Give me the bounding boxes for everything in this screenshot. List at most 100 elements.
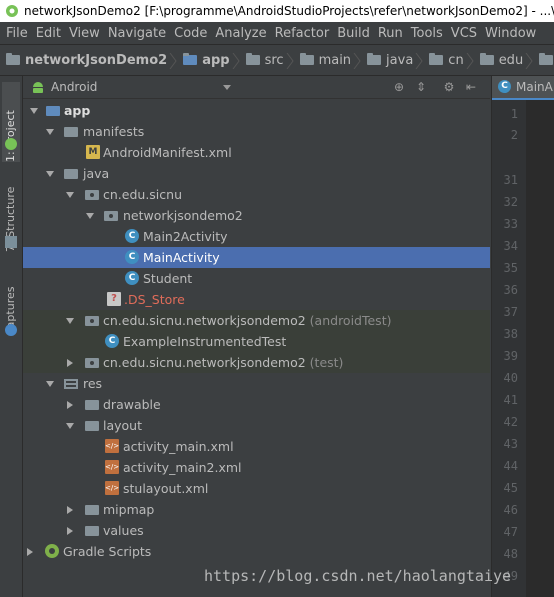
package-icon bbox=[85, 190, 99, 200]
tree-item-activity-main2-xml[interactable]: activity_main2.xml bbox=[23, 457, 490, 478]
tree-item-activity-main-xml[interactable]: activity_main.xml bbox=[23, 436, 490, 457]
xml-file-icon bbox=[105, 481, 119, 495]
breadcrumb-src[interactable]: src bbox=[240, 46, 294, 75]
tree-item-label: cn.edu.sicnu.networkjsondemo2 (androidTe… bbox=[103, 310, 391, 331]
menu-analyze[interactable]: Analyze bbox=[215, 23, 266, 44]
line-number: 39 bbox=[503, 349, 518, 363]
tree-item-androidmanifest[interactable]: AndroidManifest.xml bbox=[23, 142, 490, 163]
package-icon bbox=[104, 211, 118, 221]
package-name: cn.edu.sicnu.networkjsondemo2 bbox=[103, 313, 306, 328]
chevron-right-icon[interactable] bbox=[67, 359, 73, 367]
menu-navigate[interactable]: Navigate bbox=[108, 23, 166, 44]
tree-item-drawable[interactable]: drawable bbox=[23, 394, 490, 415]
tree-item-label: AndroidManifest.xml bbox=[103, 145, 232, 160]
chevron-down-icon[interactable] bbox=[66, 318, 74, 324]
chevron-down-icon[interactable] bbox=[66, 192, 74, 198]
hide-panel-icon[interactable]: ⇤ bbox=[463, 79, 479, 95]
chevron-right-icon[interactable] bbox=[67, 527, 73, 535]
tree-item-label: stulayout.xml bbox=[123, 481, 209, 496]
line-number: 37 bbox=[503, 305, 518, 319]
menu-edit[interactable]: Edit bbox=[36, 23, 61, 44]
tree-item-gradle-scripts[interactable]: Gradle Scripts bbox=[23, 541, 490, 562]
tree-item-exampleinstrumentedtest[interactable]: C ExampleInstrumentedTest bbox=[23, 331, 490, 352]
folder-icon bbox=[367, 53, 382, 65]
chevron-down-icon[interactable] bbox=[86, 213, 94, 219]
menu-build[interactable]: Build bbox=[337, 23, 370, 44]
breadcrumb-java[interactable]: java bbox=[361, 46, 423, 75]
menu-tools[interactable]: Tools bbox=[411, 23, 443, 44]
tool-window-strip: 1: Project 7: Structure Captures bbox=[0, 76, 23, 597]
tree-item-package-cn-edu-sicnu[interactable]: cn.edu.sicnu bbox=[23, 184, 490, 205]
class-icon: C bbox=[125, 250, 139, 264]
project-tree: app manifests AndroidManifest.xml java c… bbox=[23, 99, 490, 597]
tree-item-stulayout-xml[interactable]: stulayout.xml bbox=[23, 478, 490, 499]
tree-item-package-test[interactable]: cn.edu.sicnu.networkjsondemo2 (test) bbox=[23, 352, 490, 373]
line-number: 40 bbox=[503, 371, 518, 385]
class-icon: C bbox=[498, 80, 511, 93]
breadcrumb-edu[interactable]: edu bbox=[474, 46, 534, 75]
view-selector-label[interactable]: Android bbox=[51, 76, 97, 98]
tree-item-label: networkjsondemo2 bbox=[123, 208, 243, 223]
chevron-down-icon[interactable] bbox=[30, 108, 38, 114]
gear-icon[interactable]: ⚙ bbox=[441, 79, 457, 95]
line-number: 43 bbox=[503, 437, 518, 451]
editor-tab-label: MainA bbox=[516, 80, 553, 94]
chevron-right-icon[interactable] bbox=[67, 506, 73, 514]
tree-item-layout[interactable]: layout bbox=[23, 415, 490, 436]
chevron-down-icon[interactable] bbox=[46, 171, 54, 177]
tree-item-student[interactable]: C Student bbox=[23, 268, 490, 289]
chevron-right-icon bbox=[415, 53, 423, 69]
tree-item-label: ExampleInstrumentedTest bbox=[123, 334, 287, 349]
chevron-right-icon[interactable] bbox=[67, 401, 73, 409]
tree-item-manifests[interactable]: manifests bbox=[23, 121, 490, 142]
line-number: 42 bbox=[503, 415, 518, 429]
breadcrumb-label: src bbox=[264, 53, 284, 68]
tree-item-label: cn.edu.sicnu bbox=[103, 187, 182, 202]
folder-icon bbox=[85, 421, 99, 431]
menu-file[interactable]: File bbox=[6, 23, 28, 44]
menu-run[interactable]: Run bbox=[378, 23, 403, 44]
chevron-right-icon bbox=[525, 53, 533, 69]
folder-icon bbox=[429, 53, 444, 65]
tree-item-main2activity[interactable]: C Main2Activity bbox=[23, 226, 490, 247]
chevron-down-icon[interactable] bbox=[223, 85, 231, 90]
tree-item-ds-store[interactable]: .DS_Store bbox=[23, 289, 490, 310]
tree-item-label: Student bbox=[143, 271, 193, 286]
chevron-down-icon[interactable] bbox=[46, 381, 54, 387]
breadcrumb-cn[interactable]: cn bbox=[423, 46, 474, 75]
tree-item-mainactivity[interactable]: C MainActivity bbox=[23, 247, 490, 268]
line-number: 32 bbox=[503, 195, 518, 209]
breadcrumb-label: networkJsonDemo2 bbox=[25, 53, 168, 68]
tree-item-label: values bbox=[103, 523, 144, 538]
folder-icon bbox=[6, 53, 20, 65]
menu-vcs[interactable]: VCS bbox=[451, 23, 477, 44]
menu-window[interactable]: Window bbox=[485, 23, 536, 44]
tab-project[interactable]: 1: Project bbox=[2, 82, 20, 162]
breadcrumb-project[interactable]: networkJsonDemo2 bbox=[0, 46, 177, 75]
tree-item-app[interactable]: app bbox=[23, 100, 490, 121]
editor-area: C MainA 1 2 31 32 33 34 35 36 37 38 39 4… bbox=[491, 76, 554, 597]
chevron-down-icon[interactable] bbox=[66, 423, 74, 429]
editor-tab-mainactivity[interactable]: C MainA bbox=[492, 76, 554, 100]
tree-item-res[interactable]: res bbox=[23, 373, 490, 394]
scroll-from-source-icon[interactable]: ⊕ bbox=[391, 79, 407, 95]
line-number: 33 bbox=[503, 217, 518, 231]
breadcrumb-sicnu[interactable]: sicnu bbox=[533, 46, 554, 75]
chevron-right-icon[interactable] bbox=[27, 548, 33, 556]
breadcrumb-main[interactable]: main bbox=[294, 46, 361, 75]
tree-item-values[interactable]: values bbox=[23, 520, 490, 541]
tree-item-mipmap[interactable]: mipmap bbox=[23, 499, 490, 520]
menu-code[interactable]: Code bbox=[174, 23, 207, 44]
tree-item-java[interactable]: java bbox=[23, 163, 490, 184]
android-studio-icon bbox=[6, 5, 18, 17]
line-number: 2 bbox=[510, 128, 518, 142]
menu-view[interactable]: View bbox=[69, 23, 100, 44]
chevron-down-icon[interactable] bbox=[46, 129, 54, 135]
project-panel-header: Android ⊕ ⇕ ⚙ ⇤ bbox=[23, 76, 490, 99]
tree-item-package-networkjsondemo2[interactable]: networkjsondemo2 bbox=[23, 205, 490, 226]
collapse-all-icon[interactable]: ⇕ bbox=[413, 79, 429, 95]
gradle-icon bbox=[45, 544, 59, 558]
breadcrumb-app[interactable]: app bbox=[177, 46, 240, 75]
tree-item-package-androidtest[interactable]: cn.edu.sicnu.networkjsondemo2 (androidTe… bbox=[23, 310, 490, 331]
menu-refactor[interactable]: Refactor bbox=[275, 23, 330, 44]
